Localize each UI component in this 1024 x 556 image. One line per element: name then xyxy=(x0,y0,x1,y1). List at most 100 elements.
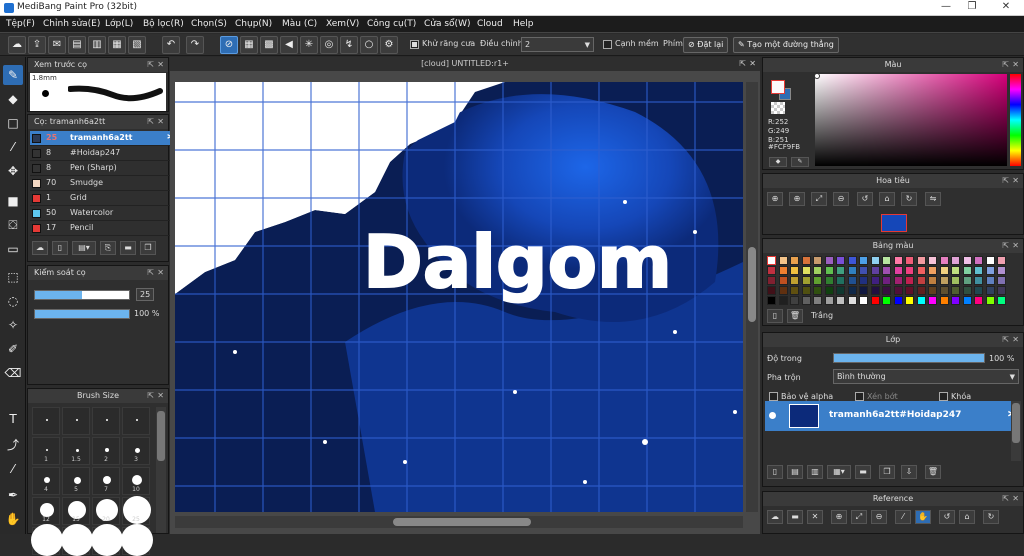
brush-size-slider[interactable] xyxy=(34,290,130,300)
menu-capture[interactable]: Chụp(N) xyxy=(235,19,272,29)
page-grid-icon[interactable]: ▧ xyxy=(128,36,146,54)
menu-filter[interactable]: Bộ lọc(R) xyxy=(143,19,184,29)
palette-color[interactable] xyxy=(767,296,776,305)
palette-color[interactable] xyxy=(985,266,995,275)
palette-color[interactable] xyxy=(997,266,1006,275)
palette-color[interactable] xyxy=(847,286,857,295)
flip-icon[interactable]: ⇋ xyxy=(925,192,941,206)
select-pen-tool-icon[interactable]: ✐ xyxy=(3,339,23,359)
palette-color[interactable] xyxy=(974,286,983,295)
palette-color[interactable] xyxy=(824,286,834,295)
magic-wand-tool-icon[interactable]: ✧ xyxy=(3,315,23,335)
brush-size-cell[interactable]: 25 xyxy=(122,496,151,525)
palette-color[interactable] xyxy=(985,276,995,285)
brush-size-cell[interactable]: 15 xyxy=(62,497,90,525)
palette-color[interactable] xyxy=(790,256,799,265)
page-icon[interactable]: ▥ xyxy=(88,36,106,54)
brush-item[interactable]: 70 Smudge xyxy=(30,176,177,191)
palette-color[interactable] xyxy=(962,296,972,305)
brush-size-cell[interactable]: 7 xyxy=(92,467,120,495)
page-list-icon[interactable]: ▦ xyxy=(108,36,126,54)
undo-icon[interactable]: ↶ xyxy=(162,36,180,54)
menu-help[interactable]: Help xyxy=(513,19,534,29)
reference-eyedropper-icon[interactable]: ⁄ xyxy=(895,510,911,524)
palette-color[interactable] xyxy=(928,296,937,305)
brush-size-cell[interactable] xyxy=(91,524,123,556)
popout-icon[interactable]: ⇱ xyxy=(147,58,154,72)
palette-color[interactable] xyxy=(813,256,822,265)
palette-color[interactable] xyxy=(847,266,857,275)
close-icon[interactable]: ✕ xyxy=(157,266,164,280)
straight-line-button[interactable]: ✎ Tạo một đường thẳng xyxy=(733,37,839,53)
palette-color[interactable] xyxy=(813,286,822,295)
soft-edge-checkbox[interactable] xyxy=(603,40,612,49)
palette-color[interactable] xyxy=(916,276,926,285)
brush-size-value[interactable]: 25 xyxy=(136,288,155,301)
rotate-left-icon[interactable]: ↺ xyxy=(857,192,873,206)
palette-color[interactable] xyxy=(905,296,914,305)
palette-color[interactable] xyxy=(847,276,857,285)
palette-color[interactable] xyxy=(882,286,891,295)
layer-row[interactable]: tramanh6a2tt#Hoidap247 ✲ xyxy=(765,401,1021,431)
palette-color[interactable] xyxy=(824,266,834,275)
palette-color[interactable] xyxy=(916,286,926,295)
palette-color[interactable] xyxy=(859,256,868,265)
rectangle-tool-icon[interactable]: □ xyxy=(3,113,23,133)
menu-layer[interactable]: Lớp(L) xyxy=(105,19,133,29)
brush-opacity-slider[interactable] xyxy=(34,309,130,319)
snap-parallel-icon[interactable]: ▦ xyxy=(240,36,258,54)
brush-item[interactable]: 1 Grid xyxy=(30,191,177,206)
palette-color[interactable] xyxy=(801,276,811,285)
close-icon[interactable]: ✕ xyxy=(1012,333,1019,347)
palette-color[interactable] xyxy=(824,256,834,265)
adjust-select[interactable]: 2 ▼ xyxy=(521,37,594,52)
delete-palette-color-icon[interactable]: 🗑 xyxy=(787,309,803,323)
reference-zoom-in-icon[interactable]: ⊕ xyxy=(831,510,847,524)
palette-color[interactable] xyxy=(951,256,960,265)
palette-color[interactable] xyxy=(813,276,822,285)
reference-fit-icon[interactable]: ⤢ xyxy=(851,510,867,524)
palette-color[interactable] xyxy=(951,286,960,295)
brush-size-scrollbar[interactable] xyxy=(156,407,166,533)
palette-color[interactable] xyxy=(962,266,972,275)
hue-slider[interactable] xyxy=(1010,74,1021,166)
popout-icon[interactable]: ⇱ xyxy=(1002,333,1009,347)
hand-tool-icon[interactable]: ✋ xyxy=(3,509,23,529)
select-eraser-tool-icon[interactable]: ⌫ xyxy=(3,363,23,383)
palette-color[interactable] xyxy=(939,296,949,305)
antialias-checkbox[interactable] xyxy=(410,40,419,49)
menu-view[interactable]: Xem(V) xyxy=(326,19,359,29)
popout-icon[interactable]: ⇱ xyxy=(1002,239,1009,253)
palette-color[interactable] xyxy=(790,296,799,305)
brush-size-cell[interactable] xyxy=(32,407,60,435)
palette-color[interactable] xyxy=(790,286,799,295)
restore-button[interactable]: ❐ xyxy=(962,1,982,12)
palette-color[interactable] xyxy=(985,296,995,305)
popout-icon[interactable]: ⇱ xyxy=(1002,174,1009,188)
popout-icon[interactable]: ⇱ xyxy=(739,57,746,71)
palette-color[interactable] xyxy=(778,286,788,295)
palette-color[interactable] xyxy=(859,266,868,275)
palette-color[interactable] xyxy=(767,256,776,265)
palette-color[interactable] xyxy=(928,276,937,285)
reset-button[interactable]: ⊘ Đặt lại xyxy=(683,37,729,53)
palette-color[interactable] xyxy=(916,296,926,305)
palette-color[interactable] xyxy=(778,256,788,265)
brush-size-cell[interactable]: 1 xyxy=(32,437,60,465)
palette-color[interactable] xyxy=(905,276,914,285)
scroll-thumb[interactable] xyxy=(393,518,531,526)
palette-color[interactable] xyxy=(836,286,845,295)
upload-icon[interactable]: ⇪ xyxy=(28,36,46,54)
palette-color[interactable] xyxy=(939,256,949,265)
reference-rotate-right-icon[interactable]: ↻ xyxy=(983,510,999,524)
close-icon[interactable]: ✕ xyxy=(749,57,756,71)
palette-color[interactable] xyxy=(767,276,776,285)
artwork-canvas[interactable]: Dalgom xyxy=(175,82,743,512)
palette-color[interactable] xyxy=(893,266,903,275)
layer-folder-icon[interactable]: ▬ xyxy=(855,465,871,479)
fill-rect-tool-icon[interactable]: ■ xyxy=(3,191,23,211)
brush-size-cell[interactable]: 2 xyxy=(92,437,120,465)
palette-color[interactable] xyxy=(882,256,891,265)
reference-zoom-out-icon[interactable]: ⊖ xyxy=(871,510,887,524)
palette-color[interactable] xyxy=(893,256,903,265)
